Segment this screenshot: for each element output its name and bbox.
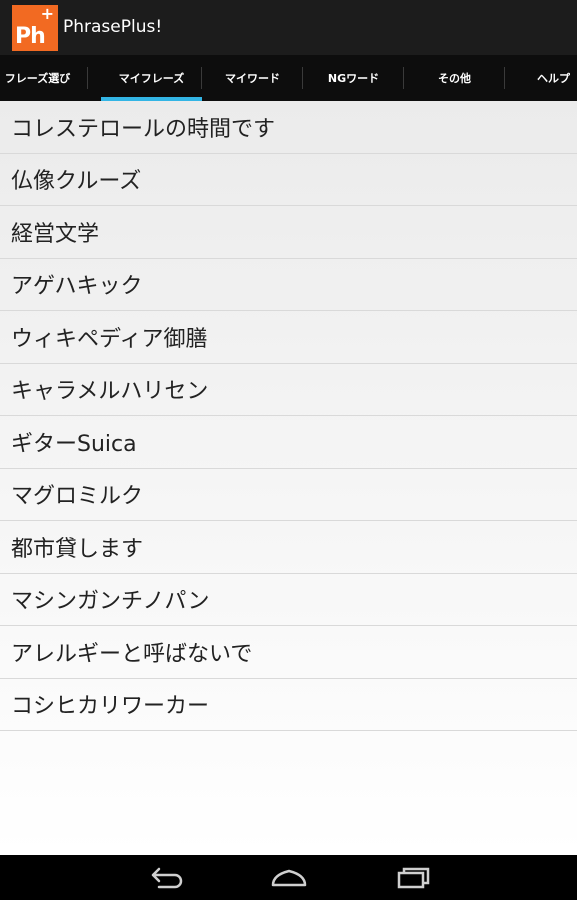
list-item[interactable]: アゲハキック — [0, 259, 577, 311]
home-button[interactable] — [269, 863, 309, 893]
list-item[interactable]: ギターSuica — [0, 416, 577, 469]
tab-ng-words[interactable]: NGワード — [303, 55, 404, 101]
back-button[interactable] — [145, 863, 185, 893]
tab-help[interactable]: ヘルプ — [505, 55, 577, 101]
tab-divider — [87, 67, 88, 89]
home-icon — [271, 869, 307, 887]
app-title: PhrasePlus! — [63, 17, 163, 37]
app-logo-text: Ph — [15, 24, 46, 49]
tab-label: マイフレーズ — [118, 72, 185, 85]
tab-label: NGワード — [327, 72, 380, 85]
tab-phrase-select[interactable]: フレーズ選び — [0, 55, 88, 101]
list-item[interactable]: ウィキペディア御膳 — [0, 311, 577, 364]
tab-label: ヘルプ — [537, 72, 570, 85]
app-logo-icon[interactable]: Ph + — [12, 5, 58, 51]
phrase-list[interactable]: コレステロールの時間です 仏像クルーズ 経営文学 アゲハキック ウィキペディア御… — [0, 101, 577, 855]
tab-my-words[interactable]: マイワード — [202, 55, 303, 101]
list-item[interactable]: マシンガンチノパン — [0, 574, 577, 626]
recent-apps-icon — [397, 867, 430, 889]
tab-my-phrases[interactable]: マイフレーズ — [101, 55, 202, 101]
list-item[interactable]: 仏像クルーズ — [0, 154, 577, 206]
tab-label: その他 — [438, 72, 471, 85]
list-item[interactable]: コレステロールの時間です — [0, 101, 577, 154]
system-nav-bar — [0, 855, 577, 900]
list-item[interactable]: 経営文学 — [0, 206, 577, 259]
back-icon — [151, 867, 183, 889]
app-logo-plus: + — [40, 4, 54, 23]
tab-other[interactable]: その他 — [404, 55, 505, 101]
recent-apps-button[interactable] — [393, 863, 433, 893]
tab-bar: フレーズ選び マイフレーズ マイワード NGワード その他 ヘルプ — [0, 55, 577, 101]
list-item[interactable]: マグロミルク — [0, 469, 577, 521]
list-item[interactable]: アレルギーと呼ばないで — [0, 626, 577, 679]
action-bar: Ph + PhrasePlus! — [0, 0, 577, 55]
list-item[interactable]: キャラメルハリセン — [0, 364, 577, 416]
list-item[interactable]: コシヒカリワーカー — [0, 679, 577, 731]
tab-label: マイワード — [225, 72, 280, 85]
list-item[interactable]: 都市貸します — [0, 521, 577, 574]
tab-label: フレーズ選び — [4, 72, 71, 85]
